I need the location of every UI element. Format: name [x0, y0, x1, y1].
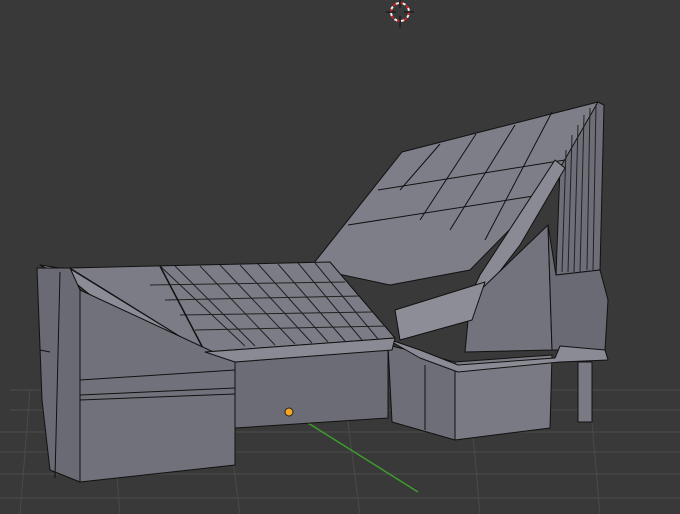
object-origin-dot-icon[interactable]: [284, 407, 294, 417]
3d-cursor-icon[interactable]: [386, 0, 414, 28]
right-lower-block: [387, 344, 456, 441]
house-mesh[interactable]: [36, 101, 609, 483]
back-roof-face: [309, 101, 599, 286]
center-wall: [234, 349, 389, 429]
left-end-wall: [36, 267, 81, 483]
viewport-canvas[interactable]: [0, 0, 680, 514]
y-axis-line: [299, 417, 419, 493]
3d-viewport[interactable]: [0, 0, 680, 514]
support-column: [577, 361, 593, 423]
